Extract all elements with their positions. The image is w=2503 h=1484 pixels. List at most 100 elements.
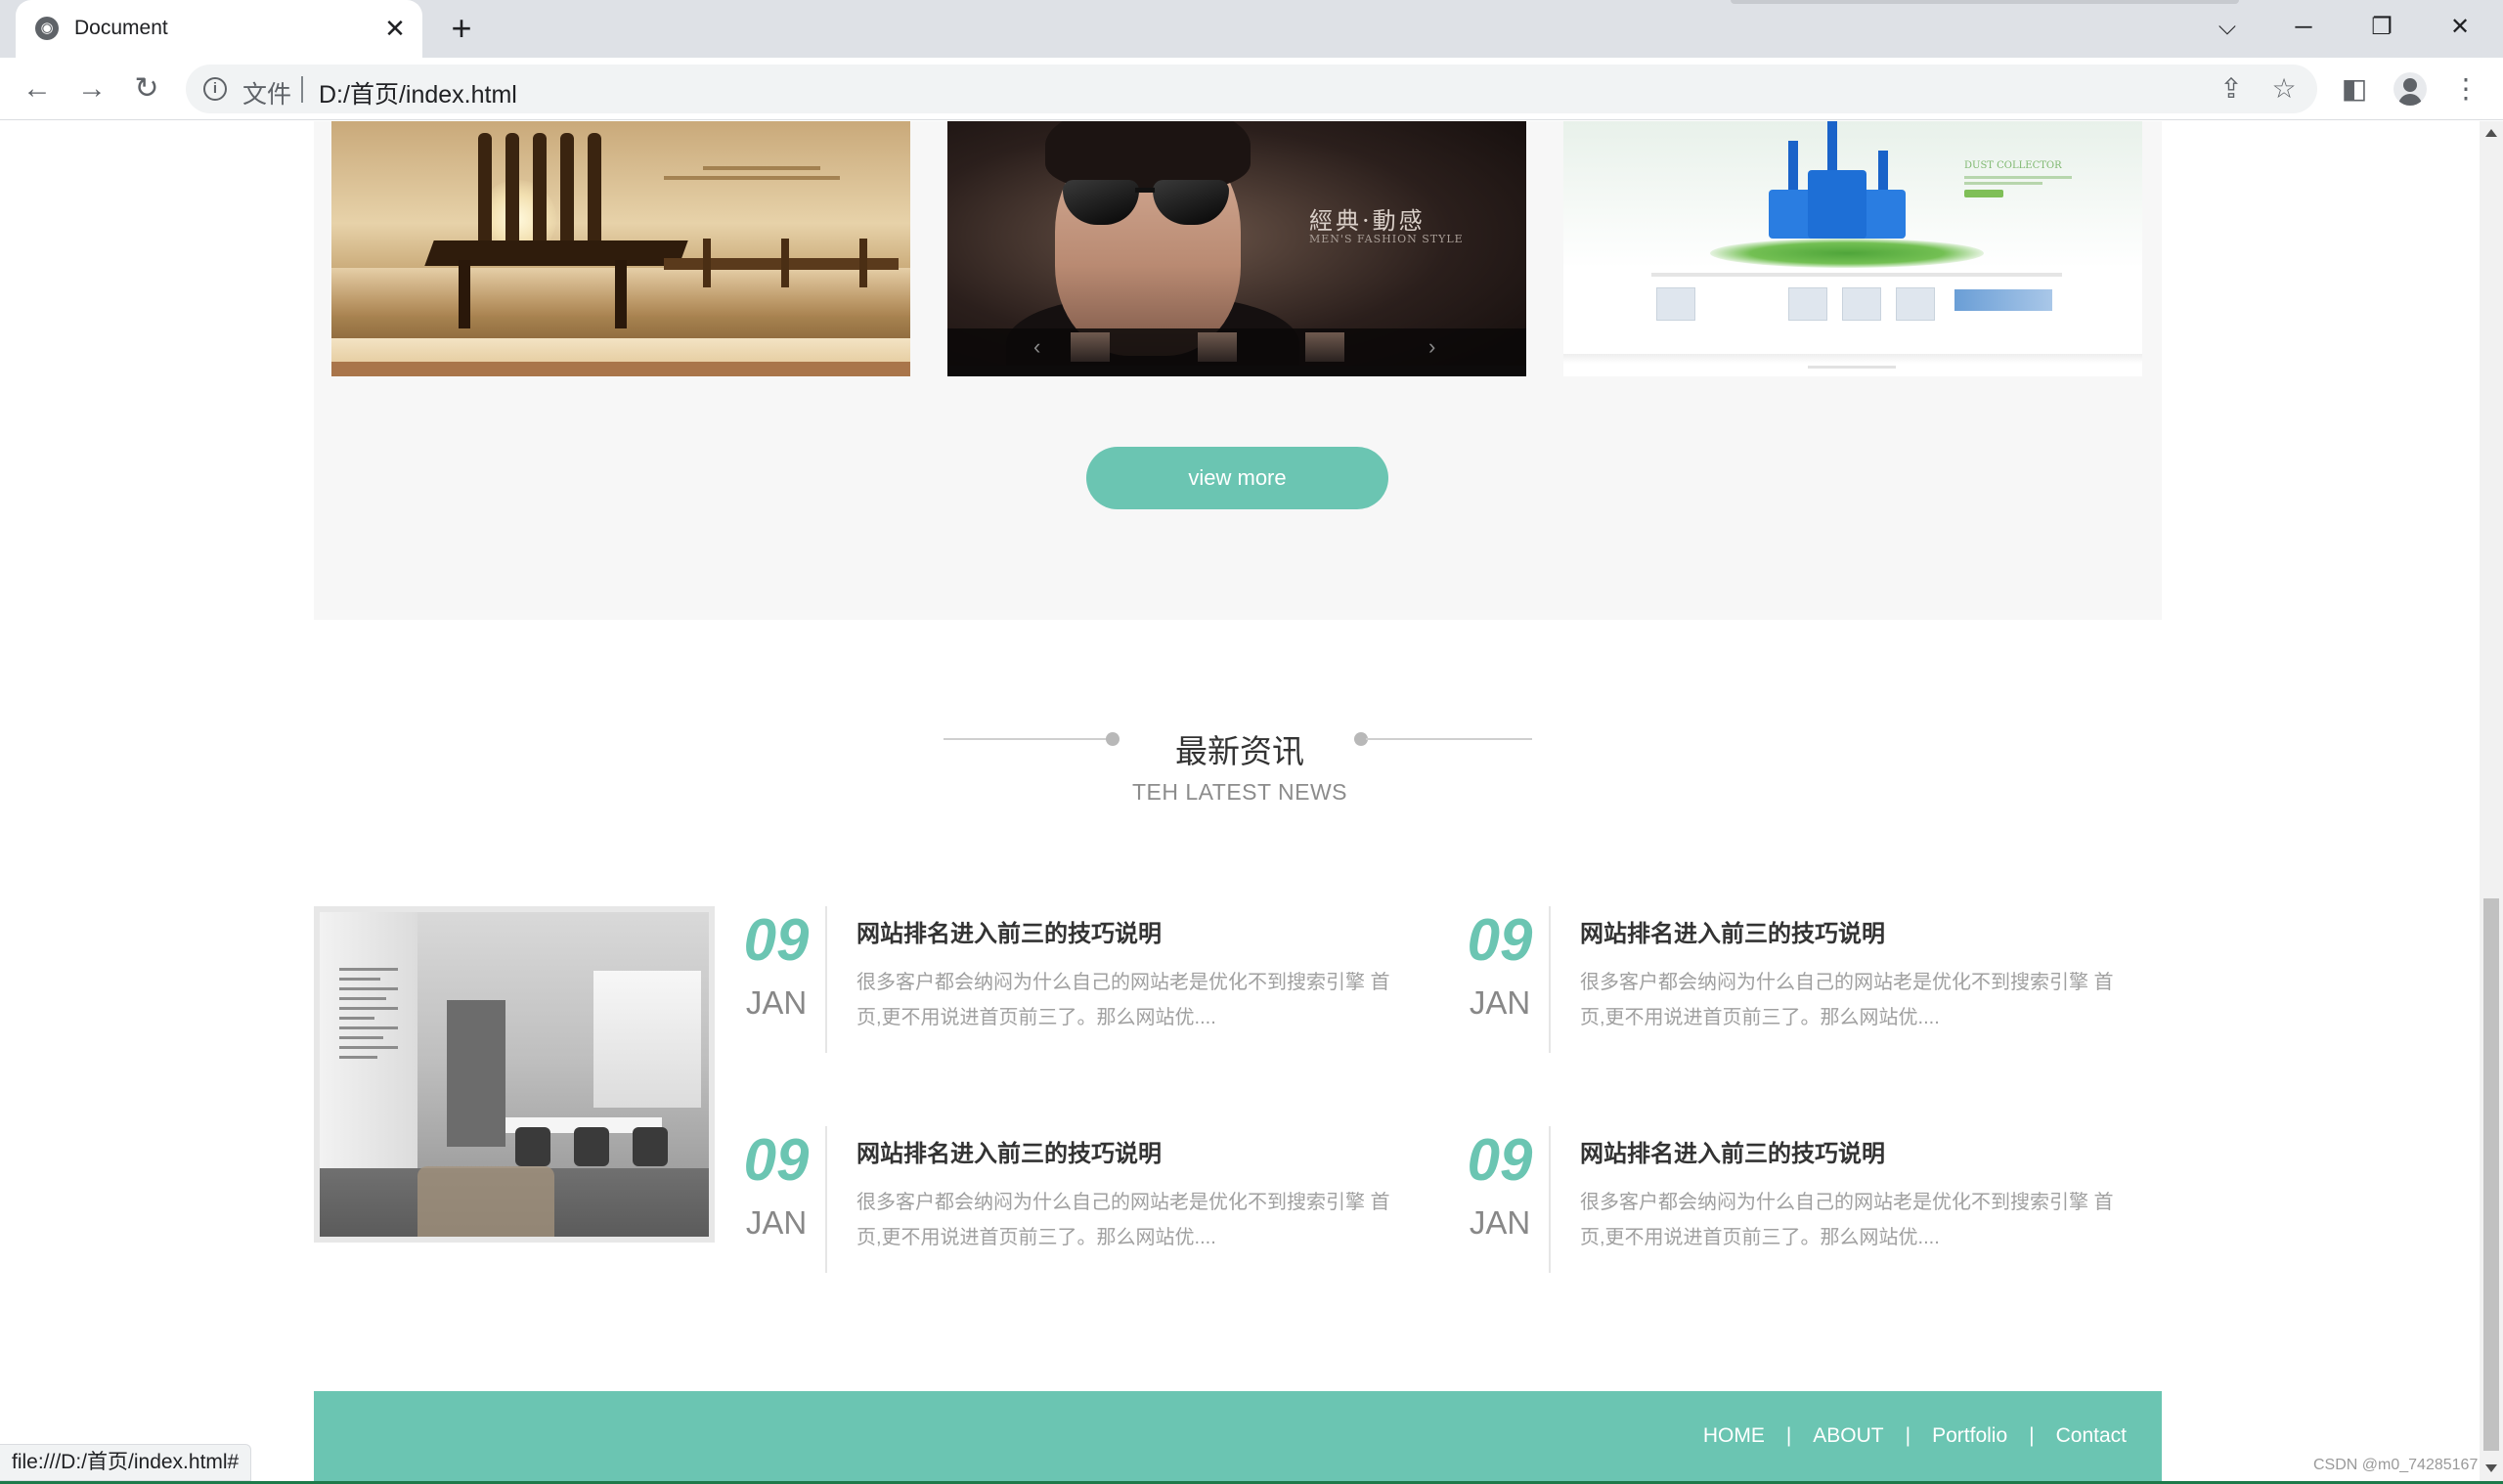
news-day: 09 — [1467, 907, 1533, 973]
scroll-up-arrow-icon[interactable] — [2485, 129, 2497, 137]
restore-icon[interactable]: ❐ — [2362, 8, 2401, 47]
globe-icon: ◉ — [35, 17, 59, 40]
view-more-button[interactable]: view more — [1086, 447, 1388, 509]
deck-chair — [424, 133, 688, 328]
thumb-footer — [947, 366, 1526, 376]
scheme-label: 文件 — [242, 81, 292, 109]
news-item[interactable]: 09 JAN 网站排名进入前三的技巧说明 很多客户都会纳闷为什么自己的网站老是优… — [1451, 906, 2135, 1053]
news-item-desc: 很多客户都会纳闷为什么自己的网站老是优化不到搜索引擎 首页,更不用说进首页前三了… — [856, 972, 1390, 1028]
news-day: 09 — [743, 907, 810, 973]
footer-link-about[interactable]: ABOUT — [1813, 1424, 1883, 1448]
news-item-title[interactable]: 网站排名进入前三的技巧说明 — [1580, 914, 1885, 948]
office-chair — [574, 1127, 609, 1166]
news-month: JAN — [745, 1204, 808, 1241]
thumb-footer — [331, 362, 910, 376]
address-bar[interactable]: i 文件 D:/首页/index.html ⇪ ☆ — [186, 65, 2317, 113]
more-menu-icon[interactable]: ⋮ — [2446, 69, 2485, 109]
carousel-mini — [1305, 332, 1344, 362]
avatar-head — [2403, 78, 2417, 92]
news-subtitle: TEH LATEST NEWS — [1131, 779, 1348, 805]
carousel-mini — [1198, 332, 1237, 362]
profile-avatar[interactable] — [2393, 72, 2427, 106]
window-close-icon[interactable]: ✕ — [2440, 8, 2480, 47]
news-divider — [1549, 1126, 1551, 1273]
footer-separator: | — [2029, 1424, 2035, 1447]
news-month: JAN — [1469, 984, 1531, 1021]
news-month: JAN — [745, 984, 808, 1021]
browser-toolbar: ← → ↻ i 文件 D:/首页/index.html ⇪ ☆ ◧ ⋮ — [0, 58, 2503, 120]
chevron-left-icon: ‹ — [1033, 334, 1041, 359]
header-line-left — [944, 738, 1115, 740]
thumb-shadow — [1563, 354, 2142, 364]
watermark: CSDN @m0_74285167 — [2313, 1457, 2479, 1473]
news-item-title[interactable]: 网站排名进入前三的技巧说明 — [1580, 1134, 1885, 1168]
portfolio-section: 經典·動感 MEN'S FASHION STYLE ‹ › DUST COLLE… — [314, 121, 2162, 620]
scroll-thumb[interactable] — [2483, 898, 2499, 1451]
portfolio-thumb-mens-fashion[interactable]: 經典·動感 MEN'S FASHION STYLE ‹ › — [947, 121, 1526, 376]
news-item[interactable]: 09 JAN 网站排名进入前三的技巧说明 很多客户都会纳闷为什么自己的网站老是优… — [1451, 1126, 2135, 1273]
share-icon[interactable]: ⇪ — [2216, 73, 2247, 105]
news-item-desc: 很多客户都会纳闷为什么自己的网站老是优化不到搜索引擎 首页,更不用说进首页前三了… — [1580, 1192, 2114, 1248]
back-arrow-icon[interactable]: ← — [18, 69, 57, 109]
news-title: 最新资讯 — [1175, 733, 1304, 769]
thumb-title: 經典·動感 — [1309, 207, 1426, 235]
office-door — [447, 1000, 505, 1147]
news-photo[interactable] — [314, 906, 715, 1243]
news-item[interactable]: 09 JAN 网站排名进入前三的技巧说明 很多客户都会纳闷为什么自己的网站老是优… — [727, 1126, 1412, 1273]
footer-link-home[interactable]: HOME — [1703, 1424, 1765, 1448]
grass — [1710, 239, 1984, 268]
vertical-scrollbar[interactable] — [2480, 121, 2503, 1484]
site-info-icon[interactable]: i — [203, 77, 227, 101]
browser-tab[interactable]: ◉ Document ✕ — [16, 0, 422, 58]
chevron-right-icon: › — [1428, 334, 1436, 359]
tab-strip-shade — [1731, 0, 2239, 4]
reload-icon[interactable]: ↻ — [127, 69, 166, 109]
office-window — [593, 971, 701, 1108]
tab-title: Document — [74, 17, 168, 39]
office-chair — [633, 1127, 668, 1166]
tab-close-icon[interactable]: ✕ — [379, 13, 411, 44]
portfolio-thumb-dust-collector[interactable]: DUST COLLECTOR — [1563, 121, 2142, 376]
thumb-tagline — [664, 160, 859, 209]
thumb-button — [1964, 190, 2003, 197]
page-viewport: 經典·動感 MEN'S FASHION STYLE ‹ › DUST COLLE… — [0, 121, 2480, 1484]
thumb-product-box — [1896, 287, 1935, 321]
tab-search-chevron-icon[interactable]: ⌵ — [2208, 8, 2247, 47]
thumb-nav-bar — [331, 338, 910, 362]
address-separator — [301, 76, 303, 103]
side-panel-icon[interactable]: ◧ — [2335, 69, 2374, 109]
tab-strip: ◉ Document ✕ + ⌵ ─ ❐ ✕ — [0, 0, 2503, 58]
footer-link-portfolio[interactable]: Portfolio — [1932, 1424, 2007, 1448]
sunglasses-bridge — [1135, 188, 1155, 193]
status-url-bubble: file:///D:/首页/index.html# — [0, 1444, 252, 1481]
url-text[interactable]: D:/首页/index.html — [319, 75, 517, 110]
news-divider — [825, 906, 827, 1053]
header-line-right — [1366, 738, 1532, 740]
news-day: 09 — [743, 1127, 810, 1193]
foreground-chair — [417, 1166, 554, 1237]
news-item-title[interactable]: 网站排名进入前三的技巧说明 — [856, 914, 1162, 948]
news-item-desc: 很多客户都会纳闷为什么自己的网站老是优化不到搜索引擎 首页,更不用说进首页前三了… — [856, 1192, 1390, 1248]
news-divider — [1549, 906, 1551, 1053]
scroll-down-arrow-icon[interactable] — [2485, 1464, 2497, 1472]
bookmark-star-icon[interactable]: ☆ — [2268, 73, 2300, 105]
thumb-product-box — [1842, 287, 1881, 321]
thumb-copyright-line — [1808, 366, 1896, 369]
carousel-mini — [1071, 332, 1110, 362]
footer-separator: | — [1905, 1424, 1911, 1447]
portfolio-thumb-chair-lake[interactable] — [331, 121, 910, 376]
minimize-icon[interactable]: ─ — [2284, 8, 2323, 47]
news-item-title[interactable]: 网站排名进入前三的技巧说明 — [856, 1134, 1162, 1168]
footer-nav: HOME | ABOUT | Portfolio | Contact — [1703, 1424, 2127, 1448]
thumb-text-line — [1964, 176, 2072, 179]
footer-link-contact[interactable]: Contact — [2056, 1424, 2127, 1448]
forward-arrow-icon[interactable]: → — [72, 69, 111, 109]
thumb-text-line — [1964, 182, 2042, 185]
news-item[interactable]: 09 JAN 网站排名进入前三的技巧说明 很多客户都会纳闷为什么自己的网站老是优… — [727, 906, 1412, 1053]
news-item-desc: 很多客户都会纳闷为什么自己的网站老是优化不到搜索引擎 首页,更不用说进首页前三了… — [1580, 972, 2114, 1028]
news-day: 09 — [1467, 1127, 1533, 1193]
thumb-product-box — [1656, 287, 1695, 321]
site-footer: HOME | ABOUT | Portfolio | Contact — [314, 1391, 2162, 1484]
thumb-panel — [1954, 289, 2052, 311]
new-tab-button[interactable]: + — [442, 11, 481, 46]
